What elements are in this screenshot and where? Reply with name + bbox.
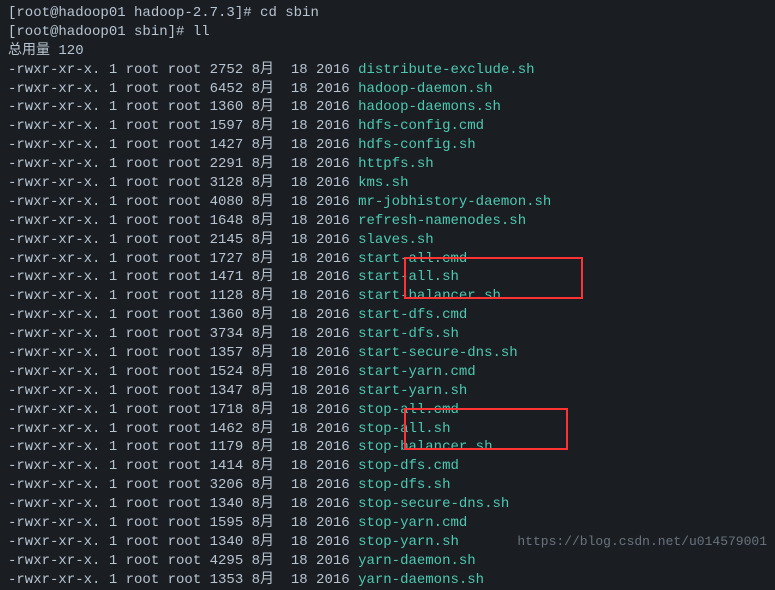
file-row: -rwxr-xr-x. 1 root root 6452 8月 18 2016 … [8,80,767,99]
file-meta: -rwxr-xr-x. 1 root root 3128 8月 18 2016 [8,175,358,191]
file-name: start-yarn.sh [358,383,467,399]
file-meta: -rwxr-xr-x. 1 root root 1524 8月 18 2016 [8,364,358,380]
file-name: hadoop-daemons.sh [358,99,501,115]
file-name: yarn-daemons.sh [358,572,484,588]
file-meta: -rwxr-xr-x. 1 root root 1597 8月 18 2016 [8,118,358,134]
file-row: -rwxr-xr-x. 1 root root 1648 8月 18 2016 … [8,212,767,231]
file-name: hdfs-config.sh [358,137,476,153]
file-row: -rwxr-xr-x. 1 root root 1128 8月 18 2016 … [8,287,767,306]
file-meta: -rwxr-xr-x. 1 root root 6452 8月 18 2016 [8,81,358,97]
file-row: -rwxr-xr-x. 1 root root 1353 8月 18 2016 … [8,571,767,590]
file-row: -rwxr-xr-x. 1 root root 1360 8月 18 2016 … [8,306,767,325]
watermark: https://blog.csdn.net/u014579001 [517,533,767,551]
file-row: -rwxr-xr-x. 1 root root 1360 8月 18 2016 … [8,98,767,117]
file-row: -rwxr-xr-x. 1 root root 1340 8月 18 2016 … [8,495,767,514]
file-name: start-all.cmd [358,251,467,267]
file-row: -rwxr-xr-x. 1 root root 1718 8月 18 2016 … [8,401,767,420]
file-meta: -rwxr-xr-x. 1 root root 2291 8月 18 2016 [8,156,358,172]
file-row: -rwxr-xr-x. 1 root root 1179 8月 18 2016 … [8,438,767,457]
file-meta: -rwxr-xr-x. 1 root root 1179 8月 18 2016 [8,439,358,455]
file-row: -rwxr-xr-x. 1 root root 2145 8月 18 2016 … [8,231,767,250]
file-name: stop-dfs.cmd [358,458,459,474]
file-name: stop-secure-dns.sh [358,496,509,512]
file-name: slaves.sh [358,232,434,248]
file-meta: -rwxr-xr-x. 1 root root 1128 8月 18 2016 [8,288,358,304]
prompt-line-2: [root@hadoop01 sbin]# ll [8,23,767,42]
file-meta: -rwxr-xr-x. 1 root root 1471 8月 18 2016 [8,269,358,285]
file-meta: -rwxr-xr-x. 1 root root 4295 8月 18 2016 [8,553,358,569]
file-row: -rwxr-xr-x. 1 root root 1524 8月 18 2016 … [8,363,767,382]
file-name: start-yarn.cmd [358,364,476,380]
file-name: start-dfs.cmd [358,307,467,323]
file-meta: -rwxr-xr-x. 1 root root 1648 8月 18 2016 [8,213,358,229]
file-meta: -rwxr-xr-x. 1 root root 3206 8月 18 2016 [8,477,358,493]
file-name: stop-yarn.cmd [358,515,467,531]
file-name: hdfs-config.cmd [358,118,484,134]
file-row: -rwxr-xr-x. 1 root root 2291 8月 18 2016 … [8,155,767,174]
file-row: -rwxr-xr-x. 1 root root 3206 8月 18 2016 … [8,476,767,495]
file-name: start-balancer.sh [358,288,501,304]
file-meta: -rwxr-xr-x. 1 root root 2752 8月 18 2016 [8,62,358,78]
file-name: stop-yarn.sh [358,534,459,550]
file-row: -rwxr-xr-x. 1 root root 1597 8月 18 2016 … [8,117,767,136]
total-line: 总用量 120 [8,42,767,61]
file-meta: -rwxr-xr-x. 1 root root 1353 8月 18 2016 [8,572,358,588]
file-row: -rwxr-xr-x. 1 root root 1347 8月 18 2016 … [8,382,767,401]
file-meta: -rwxr-xr-x. 1 root root 1357 8月 18 2016 [8,345,358,361]
file-meta: -rwxr-xr-x. 1 root root 1595 8月 18 2016 [8,515,358,531]
file-row: -rwxr-xr-x. 1 root root 1427 8月 18 2016 … [8,136,767,155]
file-row: -rwxr-xr-x. 1 root root 1462 8月 18 2016 … [8,420,767,439]
file-meta: -rwxr-xr-x. 1 root root 1360 8月 18 2016 [8,307,358,323]
file-name: httpfs.sh [358,156,434,172]
file-row: -rwxr-xr-x. 1 root root 1471 8月 18 2016 … [8,268,767,287]
file-name: start-secure-dns.sh [358,345,518,361]
file-meta: -rwxr-xr-x. 1 root root 1462 8月 18 2016 [8,421,358,437]
file-name: mr-jobhistory-daemon.sh [358,194,551,210]
file-name: start-dfs.sh [358,326,459,342]
file-row: -rwxr-xr-x. 1 root root 1727 8月 18 2016 … [8,250,767,269]
file-row: -rwxr-xr-x. 1 root root 1414 8月 18 2016 … [8,457,767,476]
file-name: stop-dfs.sh [358,477,450,493]
file-name: kms.sh [358,175,408,191]
file-name: yarn-daemon.sh [358,553,476,569]
file-name: refresh-namenodes.sh [358,213,526,229]
prompt-line-1: [root@hadoop01 hadoop-2.7.3]# cd sbin [8,4,767,23]
file-name: stop-all.cmd [358,402,459,418]
file-list: -rwxr-xr-x. 1 root root 2752 8月 18 2016 … [8,61,767,590]
file-row: -rwxr-xr-x. 1 root root 1357 8月 18 2016 … [8,344,767,363]
file-meta: -rwxr-xr-x. 1 root root 1340 8月 18 2016 [8,496,358,512]
file-row: -rwxr-xr-x. 1 root root 4080 8月 18 2016 … [8,193,767,212]
file-meta: -rwxr-xr-x. 1 root root 1718 8月 18 2016 [8,402,358,418]
file-meta: -rwxr-xr-x. 1 root root 4080 8月 18 2016 [8,194,358,210]
file-row: -rwxr-xr-x. 1 root root 2752 8月 18 2016 … [8,61,767,80]
file-row: -rwxr-xr-x. 1 root root 3734 8月 18 2016 … [8,325,767,344]
file-meta: -rwxr-xr-x. 1 root root 1427 8月 18 2016 [8,137,358,153]
file-meta: -rwxr-xr-x. 1 root root 1360 8月 18 2016 [8,99,358,115]
file-meta: -rwxr-xr-x. 1 root root 2145 8月 18 2016 [8,232,358,248]
file-meta: -rwxr-xr-x. 1 root root 1347 8月 18 2016 [8,383,358,399]
file-name: hadoop-daemon.sh [358,81,492,97]
file-name: stop-balancer.sh [358,439,492,455]
file-meta: -rwxr-xr-x. 1 root root 1727 8月 18 2016 [8,251,358,267]
file-meta: -rwxr-xr-x. 1 root root 3734 8月 18 2016 [8,326,358,342]
file-name: distribute-exclude.sh [358,62,534,78]
file-row: -rwxr-xr-x. 1 root root 4295 8月 18 2016 … [8,552,767,571]
file-name: start-all.sh [358,269,459,285]
file-meta: -rwxr-xr-x. 1 root root 1414 8月 18 2016 [8,458,358,474]
file-meta: -rwxr-xr-x. 1 root root 1340 8月 18 2016 [8,534,358,550]
file-row: -rwxr-xr-x. 1 root root 1595 8月 18 2016 … [8,514,767,533]
terminal-output: [root@hadoop01 hadoop-2.7.3]# cd sbin [r… [8,4,767,590]
file-name: stop-all.sh [358,421,450,437]
file-row: -rwxr-xr-x. 1 root root 3128 8月 18 2016 … [8,174,767,193]
